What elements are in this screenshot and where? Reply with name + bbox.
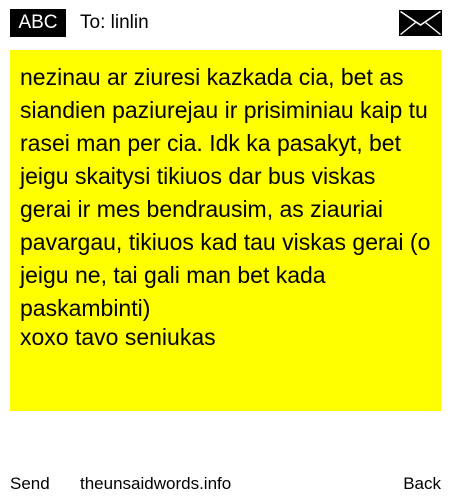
message-signature: xoxo tavo seniukas — [20, 324, 216, 350]
message-body-text: nezinau ar ziuresi kazkada cia, bet as s… — [20, 64, 431, 321]
back-softkey[interactable]: Back — [403, 474, 441, 494]
softkey-bar: Send theunsaidwords.info Back — [0, 474, 450, 496]
recipient-line: To: linlin — [80, 12, 149, 33]
send-softkey[interactable]: Send — [10, 474, 50, 494]
envelope-icon — [399, 10, 442, 36]
site-credit-link[interactable]: theunsaidwords.info — [80, 474, 231, 494]
abc-input-mode-badge[interactable]: ABC — [10, 9, 66, 37]
message-text-area[interactable]: nezinau ar ziuresi kazkada cia, bet as s… — [10, 50, 441, 411]
